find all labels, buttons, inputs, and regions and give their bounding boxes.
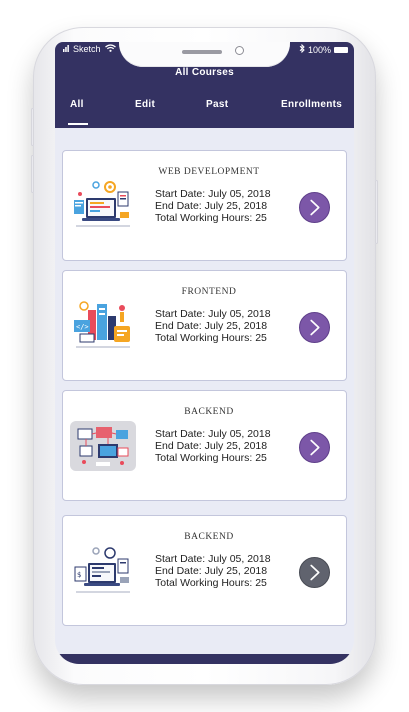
working-hours: Total Working Hours: 25 (155, 212, 267, 224)
bottom-bar (55, 654, 354, 664)
page-title: All Courses (175, 67, 234, 78)
chevron-right-icon (310, 439, 320, 456)
frontend-illustration: </> (70, 296, 136, 356)
web-development-illustration (70, 176, 136, 236)
course-title: BACKEND (184, 407, 234, 417)
signal-icon (63, 44, 69, 54)
phone-notch (119, 42, 290, 67)
carrier-label: Sketch (73, 44, 101, 54)
speaker-grille (182, 50, 222, 54)
chevron-right-icon (310, 564, 320, 581)
battery-icon (334, 46, 348, 53)
course-details: Start Date: July 05, 2018 End Date: July… (155, 553, 271, 589)
course-card[interactable]: </> FRONTEND Start Date: July 05, 2018 E… (62, 270, 347, 381)
open-course-button[interactable] (299, 557, 330, 588)
course-details: Start Date: July 05, 2018 End Date: July… (155, 188, 271, 224)
course-title: BACKEND (184, 532, 234, 542)
tab-past[interactable]: Past (206, 99, 228, 110)
working-hours: Total Working Hours: 25 (155, 577, 267, 589)
chevron-right-icon (310, 199, 320, 216)
backend-devices-illustration: $ (70, 541, 136, 601)
battery-percent: 100% (307, 44, 331, 55)
open-course-button[interactable] (299, 432, 330, 463)
tab-all[interactable]: All (70, 99, 84, 110)
open-course-button[interactable] (299, 192, 330, 223)
status-bar-left: Sketch (63, 44, 116, 54)
power-button (375, 180, 378, 244)
end-date: End Date: July 25, 2018 (155, 200, 268, 212)
course-title: WEB DEVELOPMENT (158, 167, 260, 177)
volume-up-button (31, 108, 34, 146)
open-course-button[interactable] (299, 312, 330, 343)
course-card[interactable]: BACKEND Start Date: July 05, 2018 End Da… (62, 390, 347, 501)
end-date: End Date: July 25, 2018 (155, 440, 268, 452)
working-hours: Total Working Hours: 25 (155, 332, 267, 344)
chevron-right-icon (310, 319, 320, 336)
course-title: FRONTEND (181, 287, 237, 297)
svg-text:</>: </> (76, 323, 89, 331)
active-tab-indicator (68, 123, 88, 125)
end-date: End Date: July 25, 2018 (155, 565, 268, 577)
course-card[interactable]: WEB DEVELOPMENT Start Date: July 05, 201… (62, 150, 347, 261)
tab-edit[interactable]: Edit (135, 99, 155, 110)
front-camera (235, 46, 244, 55)
status-bar-right: 100% (299, 43, 348, 55)
start-date: Start Date: July 05, 2018 (155, 188, 271, 200)
svg-text:$: $ (77, 571, 81, 579)
tab-enrollments[interactable]: Enrollments (281, 99, 342, 110)
course-card[interactable]: $ BACKEND Start Date: July 05, 2018 End … (62, 515, 347, 626)
end-date: End Date: July 25, 2018 (155, 320, 268, 332)
backend-network-illustration (70, 416, 136, 476)
wifi-icon (104, 44, 116, 54)
start-date: Start Date: July 05, 2018 (155, 428, 271, 440)
app-screen: Sketch 100% All Courses All Edit Past En… (55, 42, 354, 664)
bluetooth-icon (299, 43, 305, 55)
working-hours: Total Working Hours: 25 (155, 452, 267, 464)
course-details: Start Date: July 05, 2018 End Date: July… (155, 428, 271, 464)
course-details: Start Date: July 05, 2018 End Date: July… (155, 308, 271, 344)
volume-down-button (31, 155, 34, 193)
start-date: Start Date: July 05, 2018 (155, 553, 271, 565)
start-date: Start Date: July 05, 2018 (155, 308, 271, 320)
